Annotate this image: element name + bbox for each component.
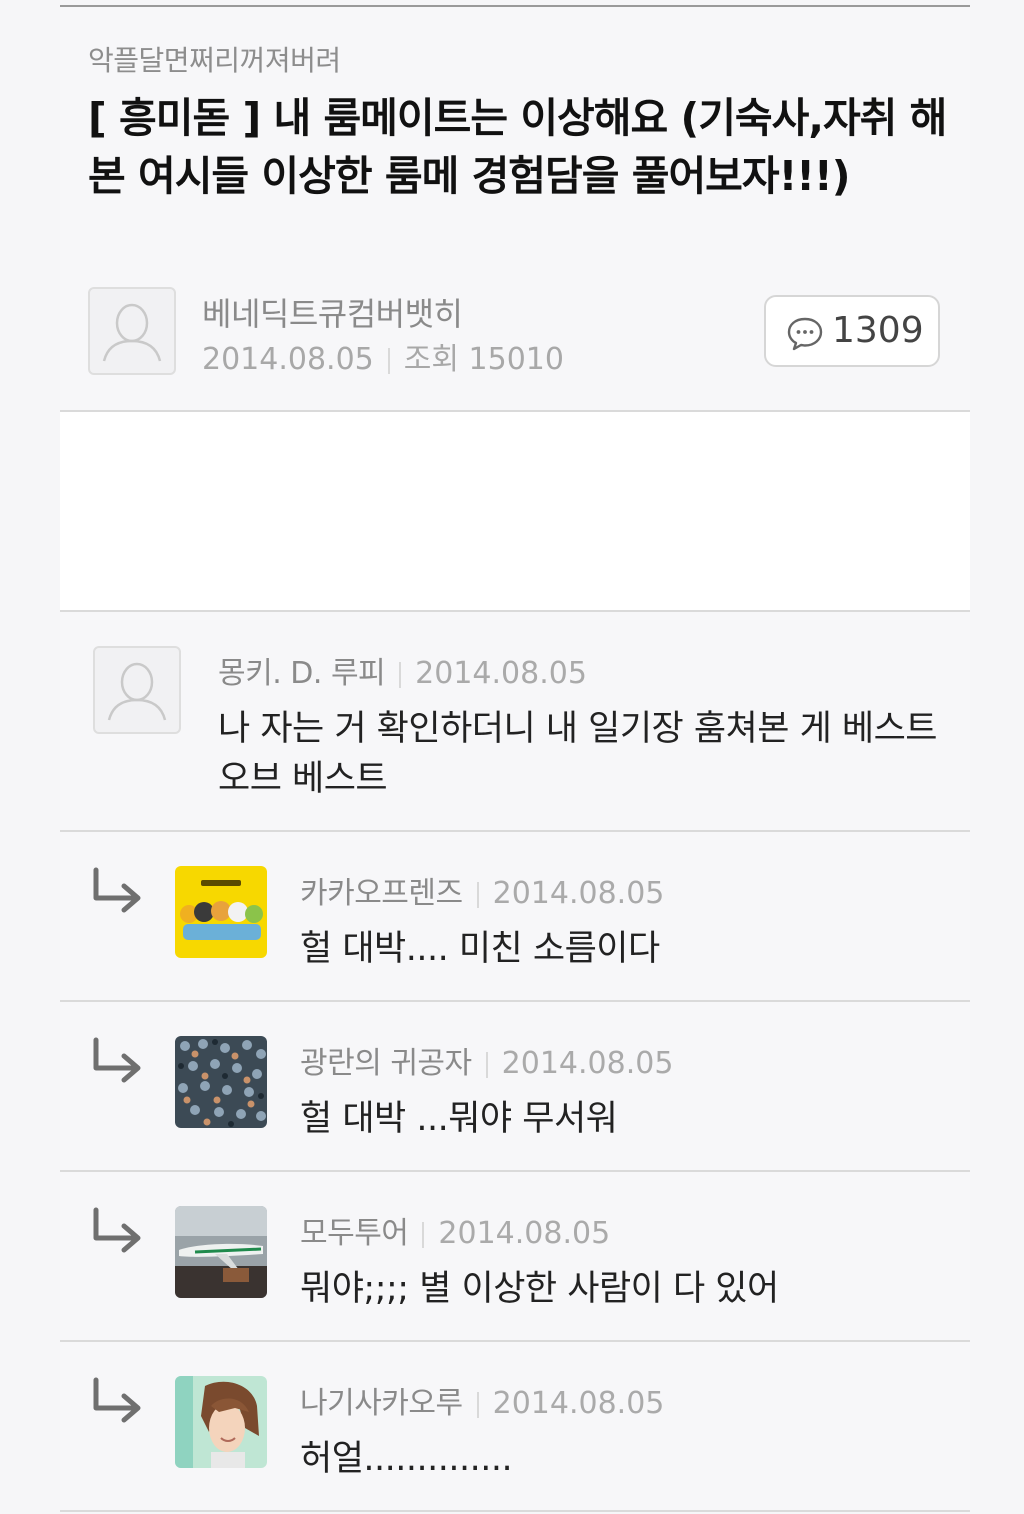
comment-meta: 모두투어 2014.08.05 <box>300 1208 610 1252</box>
meta-separator <box>399 661 402 688</box>
comment-meta: 몽키. D. 루피 2014.08.05 <box>218 648 587 692</box>
page: 악플달면쩌리꺼져버려 [ 흥미돋 ] 내 룸메이트는 이상해요 (기숙사,자취 … <box>0 0 1024 1514</box>
comment-text: 헐 대박.... 미친 소름이다 <box>300 929 660 969</box>
airplane-photo-thumbnail[interactable] <box>175 1206 267 1298</box>
meta-separator <box>476 881 479 908</box>
commenter-name[interactable]: 광란의 귀공자 <box>300 1046 472 1081</box>
default-user-icon <box>102 303 162 362</box>
post-header: 악플달면쩌리꺼져버려 [ 흥미돋 ] 내 룸메이트는 이상해요 (기숙사,자취 … <box>60 7 970 412</box>
views-count: 15010 <box>468 342 564 377</box>
comment-meta: 광란의 귀공자 2014.08.05 <box>300 1038 673 1082</box>
comment-date: 2014.08.05 <box>501 1046 674 1081</box>
reply-arrow-icon <box>93 1207 141 1253</box>
comment-date: 2014.08.05 <box>438 1216 611 1251</box>
post-date: 2014.08.05 <box>202 342 374 377</box>
comment-text: 헐 대박 ...뭐야 무서워 <box>300 1099 618 1139</box>
comment-meta: 나기사카오루 2014.08.05 <box>300 1378 664 1422</box>
commenter-name[interactable]: 모두투어 <box>300 1216 409 1251</box>
comment-count-button[interactable]: 1309 <box>764 295 940 367</box>
kakao-friends-thumbnail[interactable] <box>175 866 267 958</box>
comment-text: 뭐야;;;; 별 이상한 사람이 다 있어 <box>300 1269 779 1309</box>
board-name[interactable]: 악플달면쩌리꺼져버려 <box>88 39 341 79</box>
author-avatar[interactable] <box>88 287 176 375</box>
reply-item: 나기사카오루 2014.08.05 허얼.............. <box>60 1342 970 1512</box>
meta-separator <box>387 347 390 374</box>
commenter-name[interactable]: 몽키. D. 루피 <box>218 656 386 691</box>
reply-arrow-icon <box>93 1037 141 1083</box>
comment-text: 허얼.............. <box>300 1439 513 1479</box>
comment-count: 1309 <box>832 310 924 351</box>
post-meta: 2014.08.05 조회 15010 <box>202 334 564 378</box>
reply-item: 모두투어 2014.08.05 뭐야;;;; 별 이상한 사람이 다 있어 <box>60 1172 970 1342</box>
reply-item: 카카오프렌즈 2014.08.05 헐 대박.... 미친 소름이다 <box>60 832 970 1002</box>
comment-date: 2014.08.05 <box>415 656 587 691</box>
commenter-name[interactable]: 카카오프렌즈 <box>300 876 463 911</box>
reply-arrow-icon <box>93 867 141 913</box>
commenter-name[interactable]: 나기사카오루 <box>300 1386 463 1421</box>
crowd-photo-thumbnail[interactable] <box>175 1036 267 1128</box>
comment-meta: 카카오프렌즈 2014.08.05 <box>300 868 664 912</box>
anime-character-thumbnail[interactable] <box>175 1376 267 1468</box>
reply-item: 광란의 귀공자 2014.08.05 헐 대박 ...뭐야 무서워 <box>60 1002 970 1172</box>
comment-item: 몽키. D. 루피 2014.08.05 나 자는 거 확인하더니 내 일기장 훔… <box>60 612 970 832</box>
meta-separator <box>476 1391 479 1418</box>
meta-separator <box>485 1051 488 1078</box>
comment-text: 나 자는 거 확인하더니 내 일기장 훔쳐본 게 베스트 오브 베스트 <box>218 709 938 799</box>
default-user-icon <box>107 662 167 721</box>
meta-separator <box>422 1221 425 1248</box>
post-content <box>60 412 970 612</box>
comment-date: 2014.08.05 <box>492 1386 665 1421</box>
comment-date: 2014.08.05 <box>492 876 665 911</box>
author-name[interactable]: 베네딕트큐컴버뱃히 <box>202 289 463 335</box>
post-column: 악플달면쩌리꺼져버려 [ 흥미돋 ] 내 룸메이트는 이상해요 (기숙사,자취 … <box>60 0 970 1514</box>
commenter-avatar[interactable] <box>93 646 181 734</box>
post-title: [ 흥미돋 ] 내 룸메이트는 이상해요 (기숙사,자취 해본 여시들 이상한 … <box>88 94 947 200</box>
reply-arrow-icon <box>93 1377 141 1423</box>
views-label: 조회 <box>403 342 459 377</box>
speech-bubble-icon <box>787 317 823 351</box>
